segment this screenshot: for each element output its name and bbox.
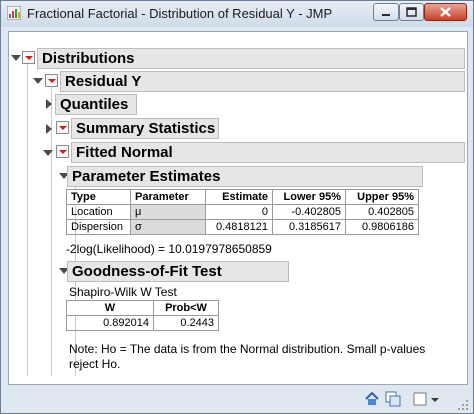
- minimize-icon: [382, 14, 390, 16]
- summary-statistics-header[interactable]: Summary Statistics: [71, 118, 219, 139]
- jmp-app-icon: [7, 6, 21, 20]
- distributions-header[interactable]: Distributions: [37, 48, 465, 69]
- column-header: Estimate: [205, 189, 273, 205]
- table-cell: Dispersion: [66, 219, 131, 235]
- report-area: Distributions Residual Y Quantiles Summa…: [8, 31, 468, 385]
- checkbox-icon[interactable]: [413, 392, 427, 406]
- table-row: Location μ 0 -0.402805 0.402805: [66, 204, 419, 220]
- table-cell: Location: [66, 204, 131, 220]
- parameter-estimates-header[interactable]: Parameter Estimates: [67, 166, 423, 187]
- table-cell: 0.3185617: [272, 219, 346, 235]
- red-triangle-menu-button[interactable]: [56, 145, 69, 158]
- column-header: Parameter: [130, 189, 206, 205]
- goodness-of-fit-header[interactable]: Goodness-of-Fit Test: [67, 261, 289, 282]
- disclosure-collapsed-icon[interactable]: [46, 99, 52, 109]
- residual-y-header[interactable]: Residual Y: [60, 71, 465, 92]
- window-title: Fractional Factorial - Distribution of R…: [27, 6, 333, 21]
- parameter-estimates-table: Type Parameter Estimate Lower 95% Upper …: [66, 189, 419, 235]
- resize-grip-icon[interactable]: [457, 399, 469, 411]
- disclosure-expanded-icon[interactable]: [43, 150, 53, 156]
- column-header: Type: [66, 189, 131, 205]
- red-triangle-menu-button[interactable]: [45, 74, 58, 87]
- quantiles-header[interactable]: Quantiles: [55, 94, 137, 115]
- title-bar: Fractional Factorial - Distribution of R…: [1, 1, 473, 27]
- table-cell: 0: [205, 204, 273, 220]
- column-header: Upper 95%: [345, 189, 419, 205]
- normality-note: Note: Ho = The data is from the Normal d…: [69, 342, 426, 371]
- tree-guide-line: [27, 58, 28, 376]
- disclosure-expanded-icon[interactable]: [33, 78, 43, 84]
- table-cell: σ: [130, 219, 206, 235]
- close-icon: [440, 7, 451, 17]
- column-header: W: [66, 300, 154, 316]
- window-list-icon[interactable]: [385, 391, 401, 407]
- column-header: Lower 95%: [272, 189, 346, 205]
- table-header-row: W Prob<W: [66, 300, 219, 316]
- table-cell: -0.402805: [272, 204, 346, 220]
- table-cell: 0.402805: [345, 204, 419, 220]
- close-button[interactable]: [424, 3, 467, 21]
- jmp-window: Fractional Factorial - Distribution of R…: [0, 0, 474, 414]
- column-header: Prob<W: [153, 300, 219, 316]
- shapiro-wilk-label: Shapiro-Wilk W Test: [69, 285, 177, 299]
- red-triangle-menu-button[interactable]: [56, 121, 69, 134]
- chevron-down-icon[interactable]: [430, 395, 440, 405]
- table-cell: 0.2443: [153, 315, 219, 331]
- log-likelihood-text: -2log(Likelihood) = 10.0197978650859: [66, 242, 272, 256]
- goodness-of-fit-table: W Prob<W 0.892014 0.2443: [66, 300, 219, 331]
- maximize-button[interactable]: [399, 3, 424, 21]
- table-cell: 0.892014: [66, 315, 154, 331]
- table-row: 0.892014 0.2443: [66, 315, 219, 331]
- minimize-button[interactable]: [373, 3, 399, 21]
- maximize-icon: [406, 7, 417, 17]
- table-cell: μ: [130, 204, 206, 220]
- table-cell: 0.9806186: [345, 219, 419, 235]
- status-bar: [1, 386, 473, 413]
- disclosure-expanded-icon[interactable]: [11, 55, 21, 61]
- table-header-row: Type Parameter Estimate Lower 95% Upper …: [66, 189, 419, 205]
- home-icon[interactable]: [364, 391, 380, 407]
- table-cell: 0.4818121: [205, 219, 273, 235]
- table-row: Dispersion σ 0.4818121 0.3185617 0.98061…: [66, 219, 419, 235]
- red-triangle-menu-button[interactable]: [22, 51, 35, 64]
- disclosure-collapsed-icon[interactable]: [46, 124, 52, 134]
- fitted-normal-header[interactable]: Fitted Normal: [71, 142, 465, 163]
